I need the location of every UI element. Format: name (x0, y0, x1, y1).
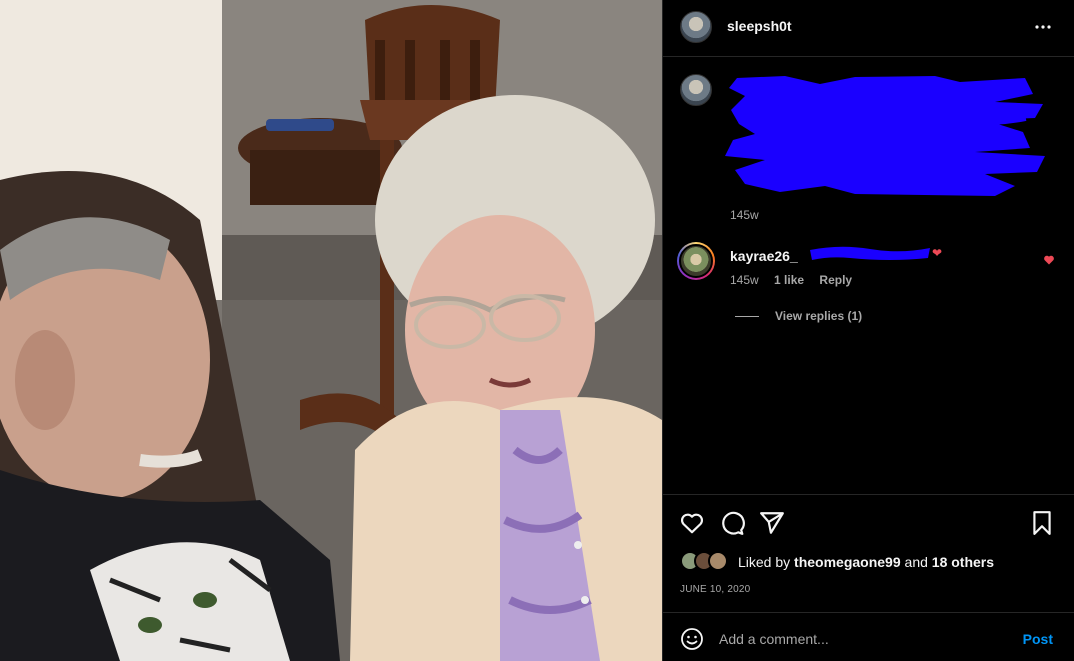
post-side-panel: sleepsh0t 145w kayrae26_ ❤ 145w 1 like R… (662, 0, 1074, 661)
liked-by-prefix: Liked by (738, 554, 791, 570)
heart-emoji-icon: ❤ (932, 246, 943, 260)
post-date[interactable]: JUNE 10, 2020 (680, 584, 750, 595)
send-icon[interactable] (759, 510, 785, 536)
post-comment-button[interactable]: Post (1023, 631, 1053, 647)
view-replies-label: View replies (1) (775, 309, 863, 323)
add-comment-bar: Post (663, 612, 1074, 661)
liker-avatar (708, 551, 728, 571)
comment-item: kayrae26_ ❤ 145w 1 like Reply (677, 242, 1067, 302)
author-avatar[interactable] (680, 11, 712, 43)
comment-redaction (810, 246, 930, 260)
action-bar: Liked by theomegaone99 and 18 others JUN… (663, 494, 1074, 612)
liked-by-joiner: and (904, 554, 928, 570)
liker-avatars (680, 551, 730, 573)
heart-icon[interactable] (679, 510, 705, 536)
post-header: sleepsh0t (663, 0, 1074, 57)
comment-like-heart-icon[interactable] (1043, 254, 1055, 266)
caption-author-avatar[interactable] (680, 74, 712, 106)
comment-likes[interactable]: 1 like (774, 273, 804, 287)
author-username[interactable]: sleepsh0t (727, 18, 792, 34)
liked-by-user[interactable]: theomegaone99 (794, 554, 901, 570)
likes-summary[interactable]: Liked by theomegaone99 and 18 others (680, 551, 994, 573)
caption-timestamp: 145w (730, 208, 759, 222)
caption-redaction (725, 74, 1045, 199)
comment-meta: 145w 1 like Reply (730, 273, 864, 287)
comment-input[interactable] (719, 626, 1009, 652)
reply-button[interactable]: Reply (819, 273, 852, 287)
liked-by-others[interactable]: 18 others (932, 554, 994, 570)
commenter-avatar[interactable] (677, 242, 715, 280)
post-photo[interactable] (0, 0, 662, 661)
replies-divider (735, 315, 759, 317)
comments-section[interactable]: 145w kayrae26_ ❤ 145w 1 like Reply View … (663, 58, 1074, 493)
comment-icon[interactable] (719, 510, 745, 536)
bookmark-icon[interactable] (1029, 510, 1055, 536)
comment-timestamp: 145w (730, 273, 759, 287)
commenter-username[interactable]: kayrae26_ (730, 248, 798, 264)
photo-image (0, 0, 662, 661)
emoji-icon[interactable] (680, 627, 704, 651)
more-horizontal-icon[interactable] (1031, 17, 1055, 37)
view-replies-button[interactable]: View replies (1) (735, 309, 862, 323)
